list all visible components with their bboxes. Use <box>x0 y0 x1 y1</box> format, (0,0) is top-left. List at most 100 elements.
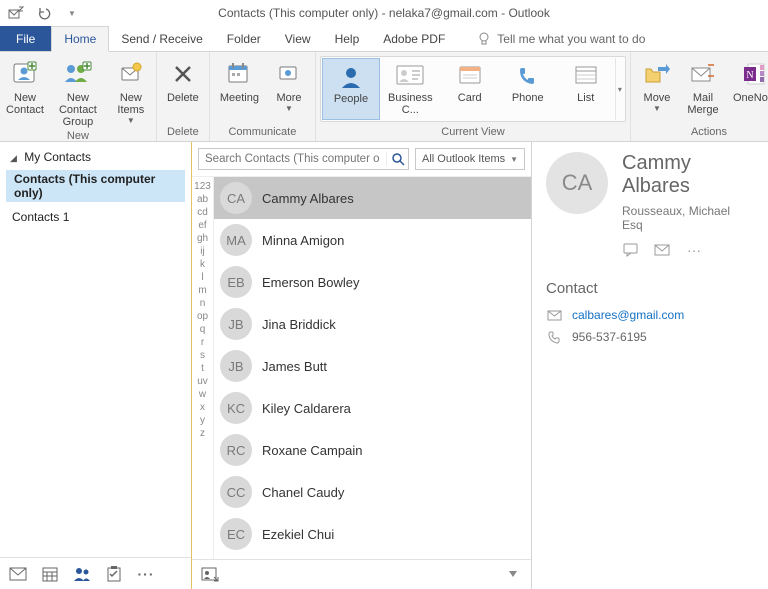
qat-customize-icon[interactable]: ▼ <box>62 3 82 23</box>
contact-row[interactable]: KCKiley Caldarera <box>214 387 531 429</box>
more-icon <box>273 58 305 90</box>
onenote-button[interactable]: N OneNote <box>727 56 768 106</box>
chat-icon[interactable] <box>622 242 638 258</box>
nav-overflow-icon[interactable]: ··· <box>132 562 160 586</box>
tab-file[interactable]: File <box>0 26 51 51</box>
alpha-cd[interactable]: cd <box>197 207 208 218</box>
tell-me-search[interactable]: Tell me what you want to do <box>465 26 657 51</box>
qat-undo-icon[interactable] <box>34 3 54 23</box>
more-button[interactable]: More ▼ <box>267 56 311 116</box>
contact-row[interactable]: ECEzekiel Chui <box>214 513 531 555</box>
alpha-ef[interactable]: ef <box>198 220 206 231</box>
business-card-icon <box>394 62 426 90</box>
nav-section-header[interactable]: ◢ My Contacts <box>0 142 191 168</box>
people-icon <box>335 63 367 91</box>
alpha-gh[interactable]: gh <box>197 233 208 244</box>
alpha-r[interactable]: r <box>201 337 204 348</box>
contact-row[interactable]: EBEmerson Bowley <box>214 261 531 303</box>
alpha-op[interactable]: op <box>197 311 208 322</box>
alpha-x[interactable]: x <box>200 402 205 413</box>
chevron-down-icon: ▼ <box>510 155 518 164</box>
view-card-button[interactable]: Card <box>441 58 499 120</box>
tab-home[interactable]: Home <box>51 26 109 52</box>
view-people-button[interactable]: People <box>322 58 380 120</box>
view-list-button[interactable]: List <box>557 58 615 120</box>
alpha-123[interactable]: 123 <box>194 181 211 192</box>
mail-merge-icon <box>687 58 719 90</box>
window-title: Contacts (This computer only) - nelaka7@… <box>218 6 550 20</box>
alpha-z[interactable]: z <box>200 428 205 439</box>
new-contact-button[interactable]: New Contact <box>4 56 46 118</box>
contact-phone-row[interactable]: 956-537-6195 <box>546 329 754 345</box>
alpha-n[interactable]: n <box>200 298 206 309</box>
nav-tasks-icon[interactable] <box>100 562 128 586</box>
contact-list[interactable]: CACammy AlbaresMAMinna AmigonEBEmerson B… <box>214 177 531 559</box>
lightbulb-icon <box>477 32 491 46</box>
delete-button[interactable]: Delete <box>161 56 205 106</box>
list-filter-icon[interactable] <box>501 564 525 586</box>
nav-people-icon[interactable] <box>68 562 96 586</box>
alpha-s[interactable]: s <box>200 350 205 361</box>
view-business-card-button[interactable]: Business C... <box>380 58 441 120</box>
tab-help[interactable]: Help <box>323 26 372 51</box>
caret-down-icon: ◢ <box>10 153 17 163</box>
alpha-ij[interactable]: ij <box>200 246 204 257</box>
nav-mail-icon[interactable] <box>4 562 32 586</box>
mail-icon[interactable] <box>654 242 670 258</box>
card-icon <box>454 62 486 90</box>
contact-row[interactable]: CCChanel Caudy <box>214 471 531 513</box>
list-footer <box>192 559 531 589</box>
qat-send-receive-icon[interactable] <box>6 3 26 23</box>
alpha-q[interactable]: q <box>200 324 206 335</box>
tab-adobe-pdf[interactable]: Adobe PDF <box>371 26 457 51</box>
tab-send-receive[interactable]: Send / Receive <box>109 26 214 51</box>
search-input[interactable] <box>199 153 386 165</box>
meeting-button[interactable]: Meeting <box>214 56 265 106</box>
group-label-delete: Delete <box>157 126 209 141</box>
group-actions: Move ▼ Mail Merge N OneNote Actions <box>631 52 768 141</box>
contact-row[interactable]: RCRoxane Campain <box>214 429 531 471</box>
contact-email-row[interactable]: calbares@gmail.com <box>546 307 754 323</box>
search-box[interactable] <box>198 148 409 170</box>
gallery-expand-icon[interactable]: ▾ <box>615 58 624 120</box>
nav-folder-contacts1[interactable]: Contacts 1 <box>0 204 191 226</box>
view-phone-button[interactable]: Phone <box>499 58 557 120</box>
contact-initials: JB <box>220 308 252 340</box>
svg-text:N: N <box>746 70 753 81</box>
phone-icon <box>512 62 544 90</box>
group-label-current-view: Current View <box>316 126 630 141</box>
more-actions-icon[interactable]: ··· <box>686 242 702 258</box>
open-contact-icon[interactable] <box>198 564 222 586</box>
meeting-icon <box>223 58 255 90</box>
contact-row[interactable]: JBJina Briddick <box>214 303 531 345</box>
tab-folder[interactable]: Folder <box>215 26 273 51</box>
new-contact-group-button[interactable]: New Contact Group <box>48 56 108 130</box>
search-icon[interactable] <box>386 152 408 166</box>
alpha-w[interactable]: w <box>199 389 206 400</box>
contact-row[interactable]: MAMinna Amigon <box>214 219 531 261</box>
navigation-pane: ◢ My Contacts Contacts (This computer on… <box>0 142 192 589</box>
alpha-m[interactable]: m <box>198 285 206 296</box>
nav-calendar-icon[interactable] <box>36 562 64 586</box>
contact-initials: JB <box>220 350 252 382</box>
contact-name: Kiley Caldarera <box>262 401 351 416</box>
move-button[interactable]: Move ▼ <box>635 56 679 116</box>
alpha-l[interactable]: l <box>201 272 203 283</box>
alpha-k[interactable]: k <box>200 259 205 270</box>
mail-merge-button[interactable]: Mail Merge <box>681 56 725 118</box>
contact-row[interactable]: CACammy Albares <box>214 177 531 219</box>
contact-name: Minna Amigon <box>262 233 344 248</box>
search-scope-dropdown[interactable]: All Outlook Items ▼ <box>415 148 525 170</box>
alpha-t[interactable]: t <box>201 363 204 374</box>
contact-row[interactable]: JBJames Butt <box>214 345 531 387</box>
alphabet-index: 123 ab cd ef gh ij klmn op qrst uv wxyz <box>192 177 214 559</box>
onenote-icon: N <box>739 58 768 90</box>
alpha-ab[interactable]: ab <box>197 194 208 205</box>
contact-email[interactable]: calbares@gmail.com <box>572 308 684 322</box>
new-items-button[interactable]: New Items ▼ <box>110 56 152 128</box>
nav-folder-contacts-local[interactable]: Contacts (This computer only) <box>6 170 185 202</box>
alpha-y[interactable]: y <box>200 415 205 426</box>
alpha-uv[interactable]: uv <box>197 376 208 387</box>
tab-view[interactable]: View <box>273 26 323 51</box>
group-delete: Delete Delete <box>157 52 210 141</box>
